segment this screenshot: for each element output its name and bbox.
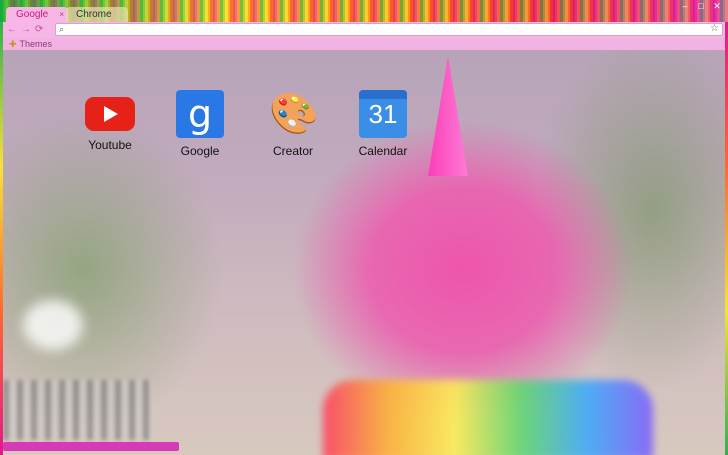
bookmark-label: Themes: [19, 39, 53, 49]
background-flower: [23, 300, 83, 350]
forward-icon[interactable]: →: [21, 23, 31, 37]
app-label: Creator: [272, 144, 313, 158]
window-controls: – □ ✕: [680, 1, 722, 11]
app-label: Youtube: [88, 138, 132, 152]
tab-close-icon[interactable]: ×: [59, 7, 64, 22]
tab-label: Chrome: [76, 9, 112, 20]
bookmarks-bar: ✚ Themes: [3, 38, 725, 50]
puzzle-icon: ✚: [9, 39, 17, 49]
browser-window: – □ ✕ Google × Chrome ← → ⟳ ⌕ ☆ ✚ Themes …: [0, 0, 728, 455]
app-calendar[interactable]: 31 Calendar: [348, 90, 418, 158]
background-fence: [3, 380, 153, 440]
rainbow-trail: [323, 380, 653, 455]
bookmark-themes[interactable]: ✚ Themes: [9, 38, 52, 50]
magnifier-icon: ⌕: [59, 24, 65, 34]
google-icon: g: [176, 90, 224, 138]
calendar-icon: 31: [359, 90, 407, 138]
status-bar: [3, 442, 179, 451]
back-icon[interactable]: ←: [7, 23, 17, 37]
minimize-icon[interactable]: –: [680, 1, 690, 11]
tab-chrome[interactable]: Chrome: [66, 7, 128, 22]
unicorn-horn: [428, 56, 468, 176]
tab-google[interactable]: Google ×: [6, 7, 68, 22]
app-youtube[interactable]: Youtube: [75, 90, 145, 152]
tab-label: Google: [16, 9, 49, 20]
youtube-icon: [85, 97, 135, 131]
reload-icon[interactable]: ⟳: [35, 23, 43, 37]
new-tab-page: Youtube g Google 🎨 Creator 31 Calendar: [3, 50, 725, 455]
palette-icon: 🎨: [269, 92, 319, 136]
bookmark-star-icon[interactable]: ☆: [710, 23, 719, 35]
toolbar: ← → ⟳ ⌕ ☆: [3, 22, 725, 38]
app-creator[interactable]: 🎨 Creator: [258, 90, 328, 158]
close-window-icon[interactable]: ✕: [712, 1, 722, 11]
address-bar[interactable]: ⌕ ☆: [55, 23, 723, 36]
maximize-icon[interactable]: □: [696, 1, 706, 11]
app-label: Calendar: [358, 144, 408, 158]
app-google[interactable]: g Google: [165, 90, 235, 158]
app-label: Google: [180, 144, 220, 158]
